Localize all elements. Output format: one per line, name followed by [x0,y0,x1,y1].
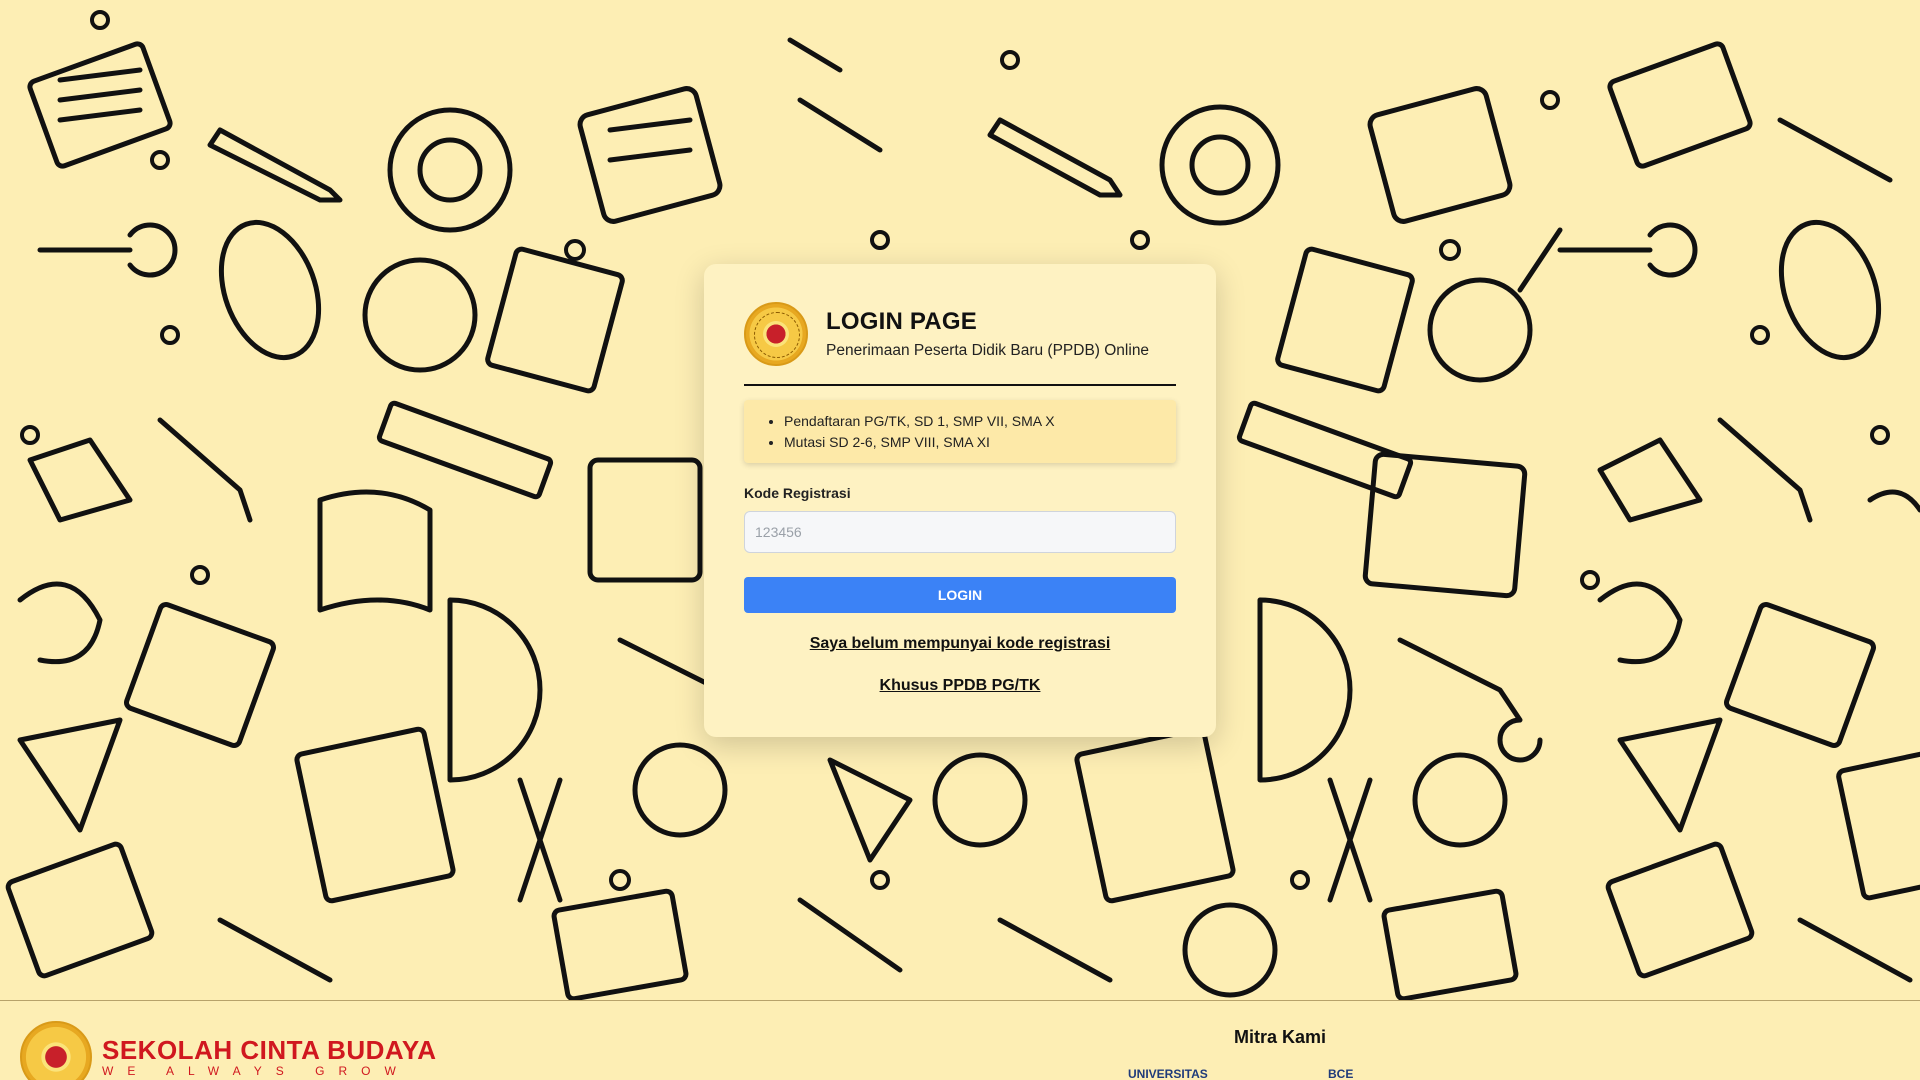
info-item: Pendaftaran PG/TK, SD 1, SMP VII, SMA X [784,411,1160,432]
card-header: LOGIN PAGE Penerimaan Peserta Didik Baru… [744,302,1176,366]
brand-tagline: WE ALWAYS GROW [102,1064,410,1078]
footer-brand[interactable]: SEKOLAH CINTA BUDAYA WE ALWAYS GROW [20,1021,437,1080]
partner-logo-university: UNIVERSITAS [1128,1067,1208,1080]
login-button[interactable]: LOGIN [744,577,1176,613]
ppdb-pgtk-link[interactable]: Khusus PPDB PG/TK [744,677,1176,695]
partners-title: Mitra Kami [1234,1027,1327,1047]
school-logo [744,302,808,366]
partner-logo-bce: BCE [1328,1067,1354,1080]
login-card: LOGIN PAGE Penerimaan Peserta Didik Baru… [704,264,1216,737]
registration-code-input[interactable] [744,511,1176,553]
footer: SEKOLAH CINTA BUDAYA WE ALWAYS GROW Mitr… [0,1000,1920,1080]
header-text: LOGIN PAGE Penerimaan Peserta Didik Baru… [826,308,1149,360]
footer-brand-text: SEKOLAH CINTA BUDAYA WE ALWAYS GROW [102,1036,437,1078]
footer-school-logo [20,1021,92,1080]
page-title: LOGIN PAGE [826,308,977,335]
info-list: Pendaftaran PG/TK, SD 1, SMP VII, SMA X … [784,411,1160,453]
registration-info-box: Pendaftaran PG/TK, SD 1, SMP VII, SMA X … [744,400,1176,463]
registration-code-label: Kode Registrasi [744,485,851,501]
header-divider [744,384,1176,386]
brand-name: SEKOLAH CINTA BUDAYA [102,1035,437,1065]
page-subtitle: Penerimaan Peserta Didik Baru (PPDB) Onl… [826,342,1150,359]
no-registration-code-link[interactable]: Saya belum mempunyai kode registrasi [744,635,1176,653]
info-item: Mutasi SD 2-6, SMP VIII, SMA XI [784,432,1160,453]
